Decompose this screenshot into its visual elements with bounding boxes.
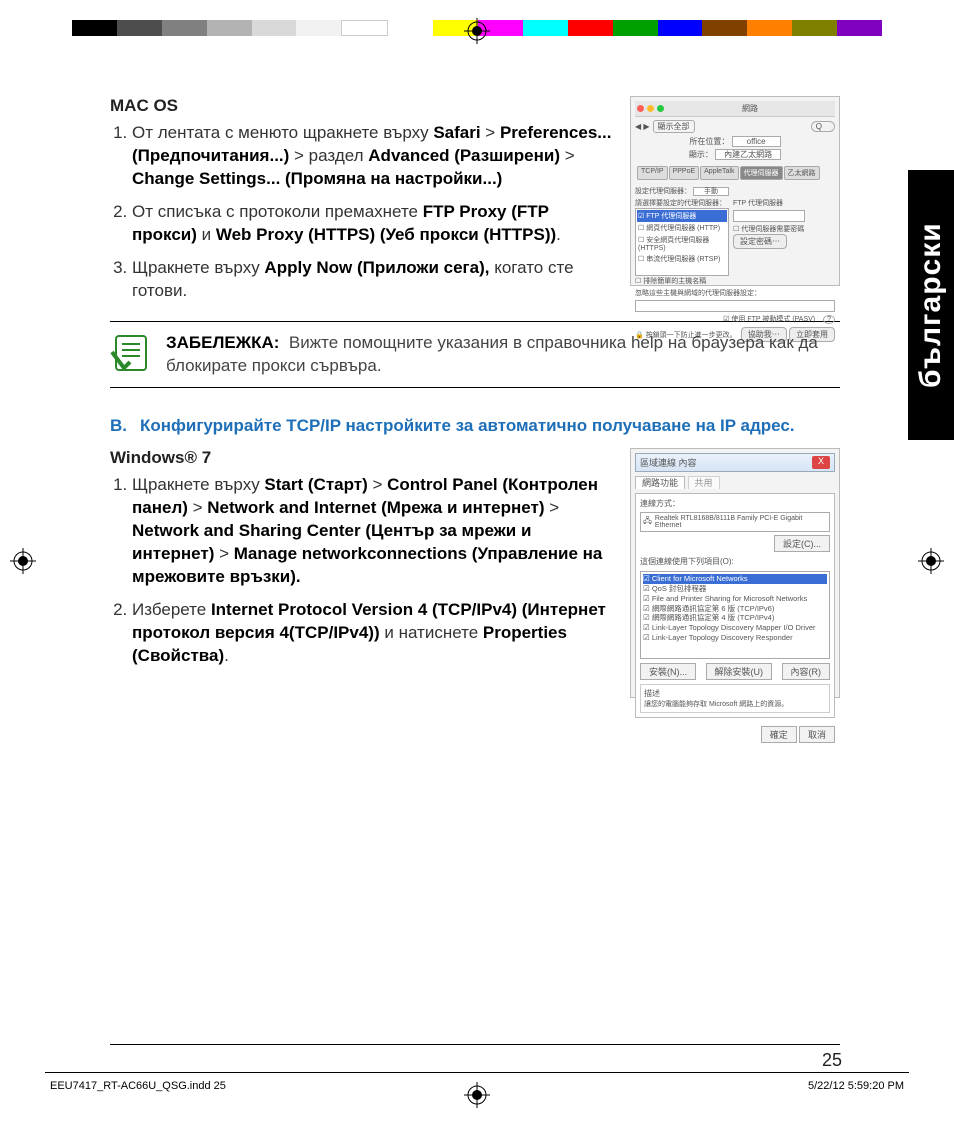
adapter-icon: 🖧 — [643, 515, 652, 529]
registration-mark-icon — [464, 1082, 490, 1108]
page-content: 網路 ◀ ▶ 顯示全部 Q 所在位置： office 顯示： 內建乙太網路 TC… — [110, 96, 840, 708]
registration-mark-icon — [10, 548, 36, 574]
language-tab: български — [908, 170, 954, 440]
footer-timestamp: 5/22/12 5:59:20 PM — [808, 1080, 904, 1092]
windows-properties-screenshot: 區域連線 內容 X 網路功能 共用 連線方式： 🖧 Realtek RTL816… — [630, 448, 840, 698]
page-rule — [110, 1044, 840, 1045]
registration-mark-icon — [918, 548, 944, 574]
page-number: 25 — [822, 1050, 842, 1071]
footer-filename: EEU7417_RT-AC66U_QSG.indd 25 — [50, 1080, 226, 1092]
note-text: ЗАБЕЛЕЖКА: Вижте помощните указания в сп… — [166, 332, 840, 378]
close-icon: X — [812, 456, 830, 469]
note-icon — [110, 332, 152, 374]
registration-mark-icon — [464, 18, 490, 44]
macos-proxy-screenshot: 網路 ◀ ▶ 顯示全部 Q 所在位置： office 顯示： 內建乙太網路 TC… — [630, 96, 840, 286]
section-b-heading: B. Конфигурирайте TCP/IP настройките за … — [110, 416, 840, 436]
footer-rule — [45, 1072, 909, 1073]
note-block: ЗАБЕЛЕЖКА: Вижте помощните указания в сп… — [110, 321, 840, 389]
